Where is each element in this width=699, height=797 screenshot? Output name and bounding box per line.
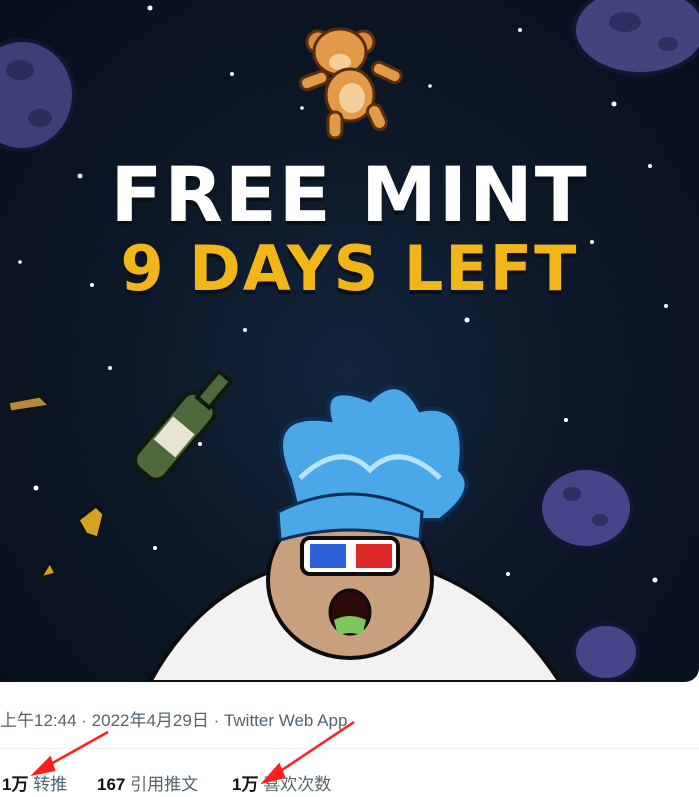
- red-arrow-head: [30, 755, 56, 777]
- asteroid-right: [538, 466, 634, 550]
- asteroid-bottom-right: [572, 622, 640, 682]
- floating-boot: [76, 504, 106, 540]
- headline-days-left: 9 DAYS LEFT: [120, 232, 579, 305]
- asteroid-top-right: [572, 0, 699, 76]
- astronaut-character: [147, 385, 563, 682]
- headline-free-mint: FREE MINT: [110, 150, 589, 239]
- floating-shoe: [6, 394, 54, 414]
- floating-shard: [36, 558, 59, 581]
- teddy-bear: [298, 27, 403, 140]
- asteroid-top-left: [0, 38, 76, 152]
- annotation-arrows: [30, 720, 355, 785]
- red-arrow-head: [260, 762, 286, 785]
- tweet-media-image[interactable]: FREE MINT 9 DAYS LEFT: [0, 0, 699, 682]
- wine-bottle: [133, 368, 234, 482]
- space-illustration: [0, 0, 699, 682]
- red-arrow-likes: [269, 720, 355, 780]
